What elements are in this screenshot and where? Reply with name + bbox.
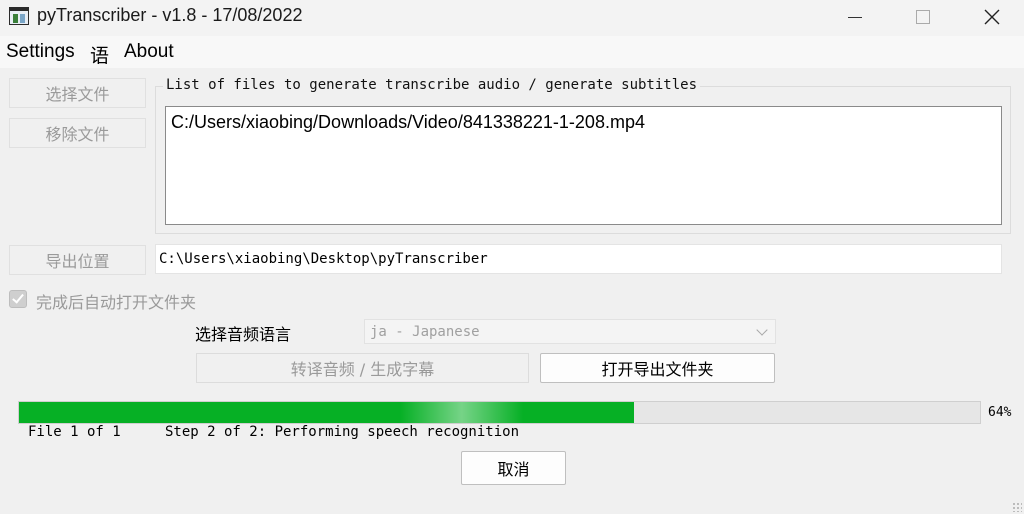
checkmark-icon <box>12 291 24 304</box>
menu-language[interactable]: 语 <box>90 41 109 68</box>
close-button[interactable] <box>969 0 1015 34</box>
app-icon <box>9 7 29 25</box>
progress-bar-fill <box>19 402 635 423</box>
auto-open-label: 完成后自动打开文件夹 <box>36 293 197 312</box>
maximize-icon <box>916 10 930 24</box>
select-files-button[interactable]: 选择文件 <box>9 78 146 108</box>
menu-bar: Settings 语 About <box>0 36 1024 68</box>
menu-about[interactable]: About <box>124 41 174 63</box>
open-output-folder-button[interactable]: 打开导出文件夹 <box>540 353 775 383</box>
maximize-button[interactable] <box>900 0 946 34</box>
file-list[interactable]: C:/Users/xiaobing/Downloads/Video/841338… <box>165 106 1002 225</box>
title-bar: pyTranscriber - v1.8 - 17/08/2022 <box>0 0 1024 36</box>
output-path-value: C:\Users\xiaobing\Desktop\pyTranscriber <box>159 251 488 267</box>
progress-percent: 64% <box>988 405 1012 420</box>
file-status-text: File 1 of 1 <box>28 424 121 440</box>
window-title: pyTranscriber - v1.8 - 17/08/2022 <box>37 5 303 25</box>
output-location-button[interactable]: 导出位置 <box>9 245 146 275</box>
output-path-field[interactable]: C:\Users\xiaobing\Desktop\pyTranscriber <box>155 244 1002 274</box>
minimize-icon <box>848 16 862 18</box>
progress-bar <box>18 401 981 424</box>
audio-language-value: ja - Japanese <box>370 324 480 340</box>
resize-grip-icon[interactable] <box>1012 502 1022 512</box>
audio-language-select[interactable]: ja - Japanese <box>364 319 776 344</box>
remove-file-button[interactable]: 移除文件 <box>9 118 146 148</box>
step-status-text: Step 2 of 2: Performing speech recogniti… <box>165 424 520 440</box>
minimize-button[interactable] <box>832 0 878 34</box>
audio-language-label: 选择音频语言 <box>195 325 292 344</box>
file-list-item[interactable]: C:/Users/xiaobing/Downloads/Video/841338… <box>171 112 645 133</box>
close-icon <box>984 9 1000 25</box>
chevron-down-icon <box>756 324 768 336</box>
menu-settings[interactable]: Settings <box>6 41 75 63</box>
auto-open-checkbox[interactable] <box>9 290 27 308</box>
transcribe-button[interactable]: 转译音频 / 生成字幕 <box>196 353 529 383</box>
cancel-button[interactable]: 取消 <box>461 451 566 485</box>
file-list-title: List of files to generate transcribe aud… <box>163 77 701 93</box>
